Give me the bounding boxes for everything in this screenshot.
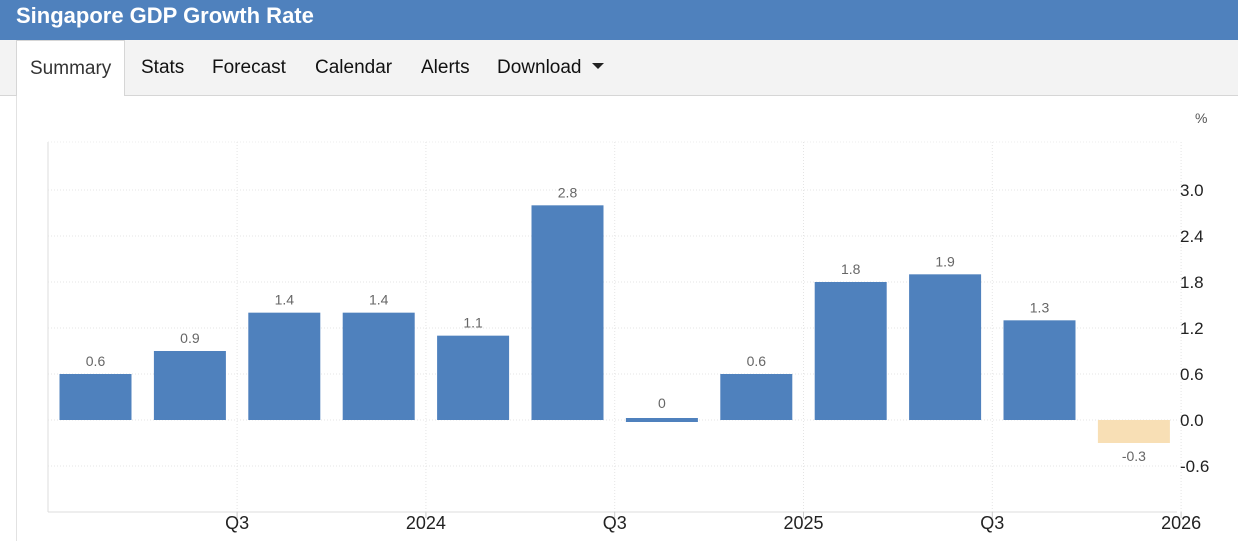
bar[interactable]	[437, 335, 510, 420]
data-label: 1.4	[369, 292, 389, 308]
bar[interactable]	[625, 418, 698, 422]
tab-forecast[interactable]: Forecast	[212, 40, 286, 96]
y-tick-label: 1.8	[1180, 273, 1204, 292]
y-tick-label: 0.6	[1180, 365, 1204, 384]
tab-summary[interactable]: Summary	[16, 40, 126, 97]
bar[interactable]	[720, 373, 793, 420]
chevron-down-icon	[591, 62, 604, 69]
chart-data-labels: 0.6 0.9 1.4 1.4 1.1 2.8 0 0.6 1.8 1.9 1.3 -0.3	[86, 184, 1146, 464]
data-label: -0.3	[1122, 448, 1146, 464]
data-label: 0.6	[747, 353, 767, 369]
x-tick-label: Q3	[980, 513, 1004, 533]
tab-download[interactable]: Download	[497, 40, 604, 96]
data-label: 1.4	[275, 292, 295, 308]
y-tick-label: 1.2	[1180, 319, 1204, 338]
data-label: 1.9	[935, 253, 955, 269]
x-tick-label: 2024	[406, 513, 446, 533]
x-tick-label: 2025	[783, 513, 823, 533]
x-tick-label: Q3	[603, 513, 627, 533]
data-label: 1.8	[841, 261, 861, 277]
y-unit-label: %	[1195, 110, 1207, 126]
bar[interactable]	[153, 350, 226, 420]
bar[interactable]	[814, 281, 887, 420]
data-label: 0	[658, 395, 666, 411]
data-label: 1.3	[1030, 299, 1050, 315]
bar[interactable]	[909, 274, 982, 420]
y-tick-label: 2.4	[1180, 227, 1204, 246]
y-tick-label: 0.0	[1180, 411, 1204, 430]
chart-bars	[59, 205, 1170, 444]
page-title: Singapore GDP Growth Rate	[0, 0, 1238, 40]
data-label: 1.1	[463, 315, 483, 331]
x-tick-label: Q3	[225, 513, 249, 533]
bar[interactable]	[59, 373, 132, 420]
tab-stats[interactable]: Stats	[141, 40, 184, 96]
bar-chart: 0.6 0.9 1.4 1.4 1.1 2.8 0 0.6 1.8 1.9 1.3 -0.3 3.0 2…	[47, 110, 1209, 533]
bar[interactable]	[248, 312, 321, 420]
tab-download-label: Download	[497, 57, 582, 78]
y-tick-label: 3.0	[1180, 181, 1204, 200]
tab-alerts[interactable]: Alerts	[421, 40, 470, 96]
bar[interactable]	[531, 205, 604, 420]
data-label: 0.6	[86, 353, 106, 369]
bar[interactable]	[342, 312, 415, 420]
x-tick-label: 2026	[1161, 513, 1201, 533]
y-tick-label: -0.6	[1180, 457, 1209, 476]
data-label: 2.8	[558, 184, 578, 200]
tab-bar: Summary Stats Forecast Calendar Alerts D…	[0, 40, 1238, 97]
bar[interactable]	[1003, 320, 1076, 420]
tab-calendar[interactable]: Calendar	[315, 40, 392, 96]
bar[interactable]	[1097, 420, 1170, 444]
chart-panel: 0.6 0.9 1.4 1.4 1.1 2.8 0 0.6 1.8 1.9 1.3 -0.3 3.0 2…	[16, 96, 1238, 541]
data-label: 0.9	[180, 330, 200, 346]
